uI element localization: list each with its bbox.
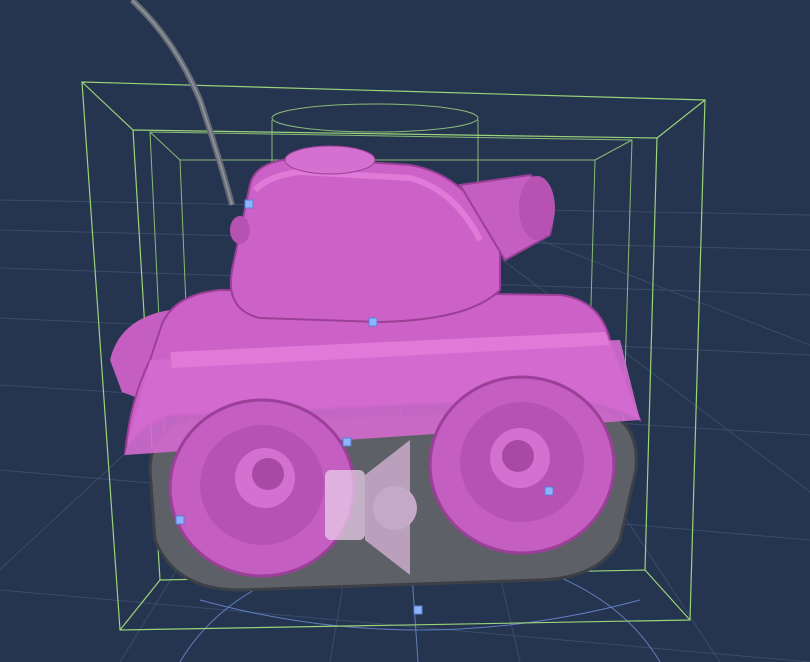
antenna-cable — [129, 0, 235, 206]
tank-wheel-right — [428, 375, 616, 555]
resize-handle[interactable] — [175, 515, 185, 525]
resize-handle[interactable] — [544, 486, 554, 496]
tank-hatch — [284, 145, 376, 175]
scene-viewport[interactable] — [0, 0, 810, 662]
resize-handle[interactable] — [342, 437, 352, 447]
tank-turret — [229, 156, 501, 324]
resize-handle[interactable] — [413, 605, 423, 615]
resize-handle[interactable] — [368, 317, 378, 327]
resize-handle[interactable] — [244, 199, 254, 209]
